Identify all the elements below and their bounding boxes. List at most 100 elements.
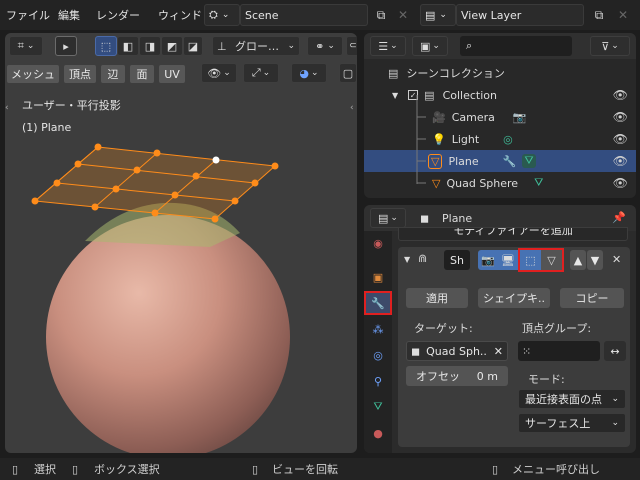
wrench-icon: 🔧 [371,296,385,310]
offset-value: 0 m [476,369,498,383]
view-layer-name-field[interactable]: View Layer [456,4,584,26]
wrap-mode-value: サーフェス上 [525,417,591,430]
offset-field[interactable]: オフセッ 0 m [406,366,508,386]
plane-label: Plane [448,154,479,168]
physics-icon: ◎ [373,348,383,362]
close-icon[interactable]: ✕ [494,345,503,358]
close-icon[interactable]: ✕ [614,6,632,24]
show-render-toggle[interactable]: 📷 [478,250,498,270]
light-data-icon[interactable]: ◎ [503,133,513,146]
close-icon[interactable]: ✕ [394,6,412,24]
object-name-label: Plane [442,212,473,225]
camera-icon: 📷 [481,253,495,267]
add-modifier-dropdown[interactable]: モディファイアーを追加 [398,227,628,241]
wrench-icon[interactable]: 🔧 [503,155,517,168]
invert-vertex-group-button[interactable]: ↔ [604,341,626,361]
eye-icon[interactable]: 👁 [613,154,628,168]
outliner-row-quad-sphere[interactable]: ▽ Quad Sphere ⛛ 👁 [364,172,636,194]
status-rotate-view-label: ビューを回転 [272,463,338,476]
display-mode-button[interactable]: ▣ ⌄ [412,36,448,56]
chevron-down-icon: ⌄ [611,418,619,428]
apply-as-shape-key-button[interactable]: シェイプキ.. [478,288,550,308]
wrap-method-dropdown[interactable]: 最近接表面の点 ⌄ [518,389,626,409]
close-icon[interactable]: ✕ [612,253,621,266]
mouse-left-icon: ▯ [72,462,79,476]
3d-viewport[interactable]: ⌗ ⌄ ▸ ⬚ ◧ ◨ ◩ ◪ ⊥ グロー… ⌄ ⚭ ⌄ ⊂ メッシュ 頂点 辺 面 U… [5,33,357,453]
copy-button[interactable]: コピー [560,288,624,308]
tab-constraints[interactable]: ⚲ [364,369,392,393]
chevron-down-icon: ⌄ [390,41,398,51]
top-bar: ファイル 編集 レンダー ウィンド ⛭ ⌄ Scene ⧉ ✕ ▤ ⌄ View L… [0,0,640,30]
tab-physics[interactable]: ◎ [364,343,392,367]
chevron-down-icon: ⌄ [432,41,440,51]
apply-button[interactable]: 適用 [406,288,468,308]
scene-icon: ⛭ [209,8,218,21]
outliner-row-scene-collection[interactable]: ▤ シーンコレクション [364,62,636,84]
tab-data[interactable]: ⛛ [364,395,392,419]
tab-modifiers[interactable]: 🔧 [364,291,392,315]
modifier-name-field[interactable]: Sh [444,250,470,270]
scene-name-field[interactable]: Scene [240,4,368,26]
scene-canvas [31,143,290,453]
plane-wireframe [33,146,277,220]
eye-icon[interactable]: 👁 [613,132,628,146]
vertex-group-field[interactable]: ⁙ [518,341,600,361]
object-type-icon: ◼ [420,212,430,225]
edit-mode-icon: ⬚ [525,253,536,267]
show-viewport-toggle[interactable]: 🖥 [498,250,518,270]
expand-arrow-icon[interactable]: ▼ [392,91,398,100]
scene-collection-label: シーンコレクション [406,67,505,80]
pin-icon[interactable]: 📌 [612,211,626,224]
outliner-row-light[interactable]: 💡 Light ◎ 👁 [364,128,636,150]
status-box-select-label: ボックス選択 [94,463,160,476]
duplicate-scene-icon[interactable]: ⧉ [372,6,390,24]
wrap-mode-dropdown[interactable]: サーフェス上 ⌄ [518,413,626,433]
display-mode-icon: ▣ [420,39,431,53]
menu-render[interactable]: レンダー [96,7,140,23]
view-layer-icon: ▤ [425,8,436,22]
tab-material[interactable]: ● [364,421,392,445]
outliner-row-plane[interactable]: ▽ Plane 🔧 ⛛ 👁 [364,150,636,172]
chevron-down-icon: ⌄ [611,41,619,51]
properties-icon: ▤ [378,211,389,225]
menu-edit[interactable]: 編集 [58,7,80,23]
view-layer-selector-button[interactable]: ▤ ⌄ [420,4,456,26]
collapse-arrow-icon[interactable]: ▼ [404,255,410,264]
outliner-search-input[interactable]: ⌕ [460,36,572,56]
quad-sphere-mesh [46,215,290,453]
tab-particles[interactable]: ⁂ [364,317,392,341]
search-icon: ⌕ [466,39,473,52]
properties-editor-type-button[interactable]: ▤ ⌄ [370,208,406,228]
duplicate-view-layer-icon[interactable]: ⧉ [590,6,608,24]
outliner-editor-type-button[interactable]: ☰ ⌄ [370,36,406,56]
cage-icon: ▽ [547,253,556,267]
properties-panel: ▤ ⌄ ◼ Plane 📌 ◉ ▣ 🔧 ⁂ ◎ ⚲ ⛛ ● モディファイアーを追加… [364,205,636,453]
chevron-down-icon: ⌄ [611,394,619,404]
monitor-icon: 🖥 [501,253,515,267]
move-up-button[interactable]: ▲ [570,250,586,270]
world-icon: ◉ [373,236,383,250]
eye-icon[interactable]: 👁 [613,88,628,102]
eye-icon[interactable]: 👁 [613,176,628,190]
mesh-data-icon[interactable]: ⛛ [534,176,543,190]
menu-file[interactable]: ファイル [6,7,50,23]
filter-dropdown[interactable]: ⊽ ⌄ [590,36,630,56]
scene-selector-button[interactable]: ⛭ ⌄ [204,4,240,26]
menu-window[interactable]: ウィンド [158,7,202,23]
camera-data-icon[interactable]: 📷 [513,111,527,124]
eye-icon[interactable]: 👁 [613,110,628,124]
target-object-field[interactable]: ◼ Quad Sph.. ✕ [406,341,508,361]
outliner-row-camera[interactable]: 🎥 Camera 📷 👁 [364,106,636,128]
chevron-down-icon: ⌄ [390,213,398,223]
tab-object[interactable]: ▣ [364,265,392,289]
on-cage-toggle[interactable]: ▽ [541,250,562,270]
mouse-middle-icon: ▯ [252,462,259,476]
edit-mode-toggle[interactable]: ⬚ [520,250,541,270]
mesh-data-icon[interactable]: ⛛ [522,154,536,168]
tab-scene[interactable]: ◉ [364,231,392,255]
outliner-icon: ☰ [378,39,389,53]
status-select-label: 選択 [34,463,56,476]
outliner-row-collection[interactable]: ▼ ✓ ▤ Collection 👁 [364,84,636,106]
properties-tabs: ◉ ▣ 🔧 ⁂ ◎ ⚲ ⛛ ● [364,231,392,453]
move-down-button[interactable]: ▼ [587,250,603,270]
